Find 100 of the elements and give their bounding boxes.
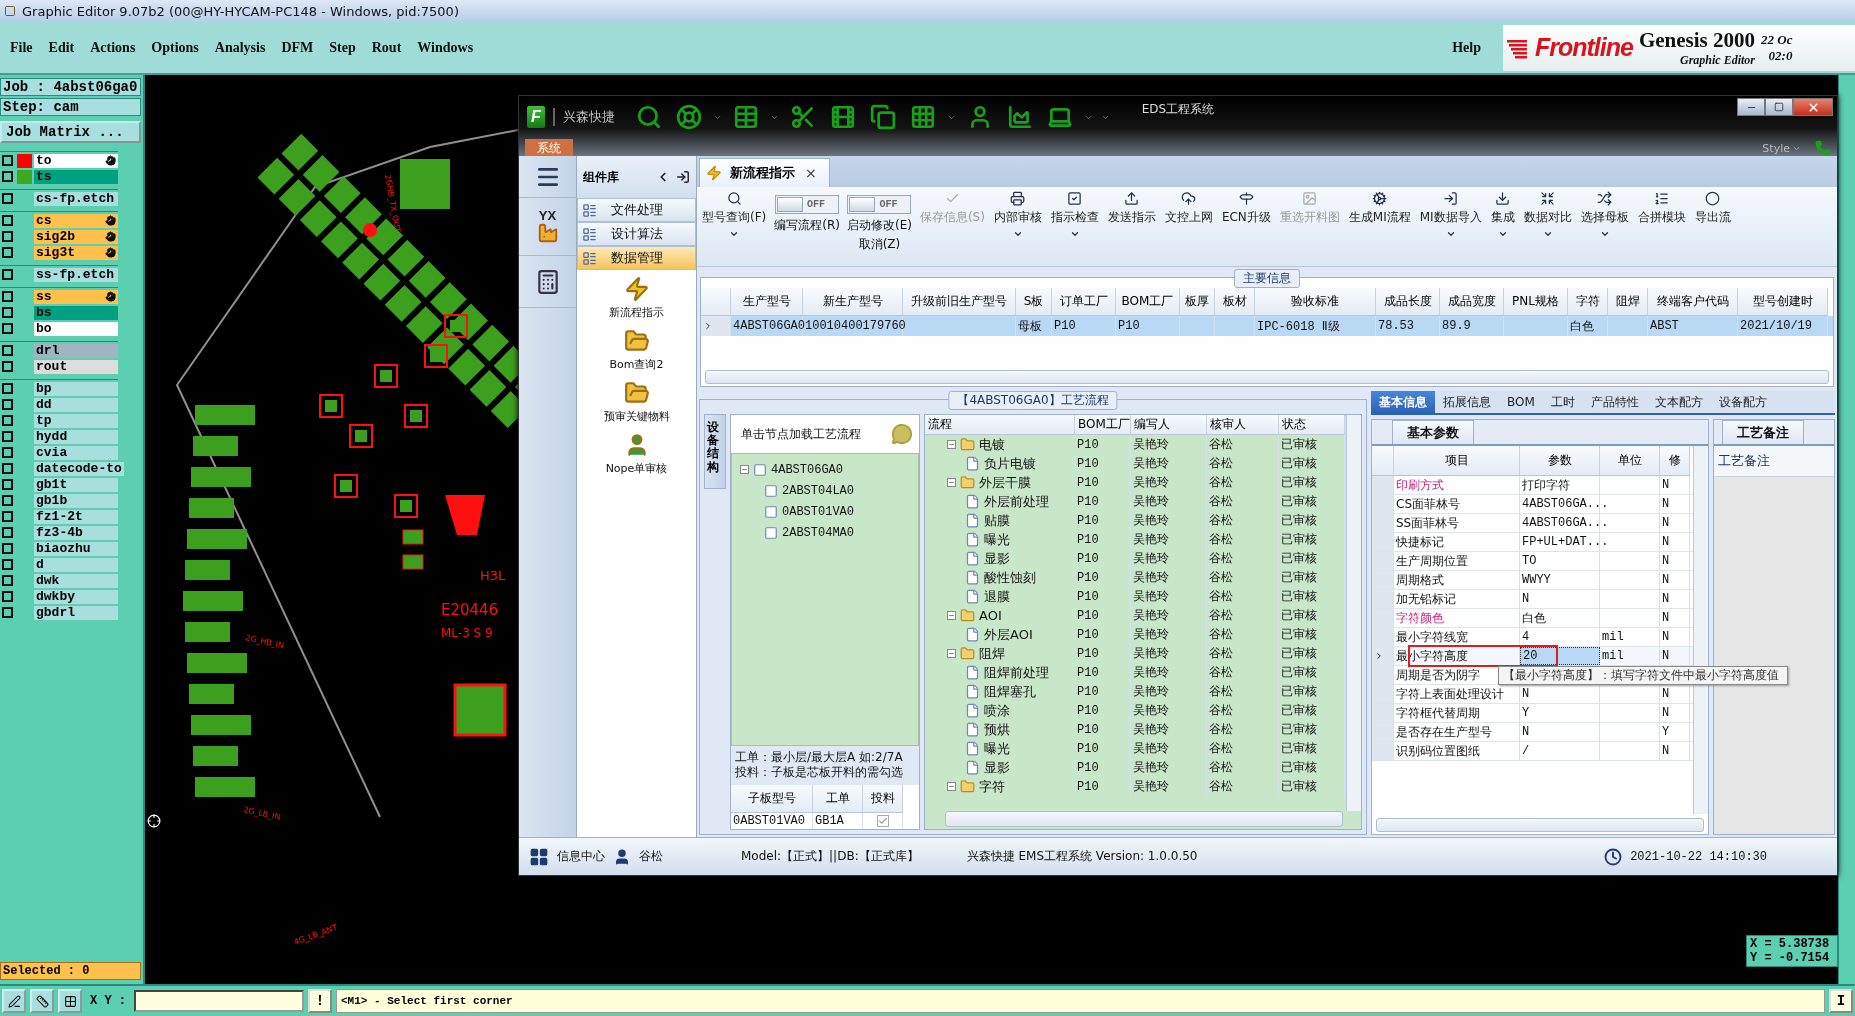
tool-button[interactable] <box>2 989 26 1013</box>
column-header[interactable]: 验收标准 <box>1255 288 1376 316</box>
tree-item[interactable]: 外层AOI <box>984 625 1033 644</box>
module-item[interactable]: 文件处理 <box>577 198 696 222</box>
detail-tab[interactable]: 工时 <box>1542 391 1583 413</box>
collapse-icon[interactable] <box>947 478 956 487</box>
layer-checkbox[interactable] <box>2 495 13 506</box>
layer-name[interactable]: fz3-4b <box>34 525 118 540</box>
toggle-switch[interactable]: OFF <box>847 195 912 214</box>
ribbon-button[interactable]: 集成 <box>1489 191 1516 262</box>
tree-item[interactable]: 字符 <box>979 777 1005 796</box>
module-item[interactable]: 数据管理 <box>577 246 696 270</box>
layer-checkbox[interactable] <box>2 511 13 522</box>
layer-checkbox[interactable] <box>2 247 13 258</box>
checkbox[interactable] <box>876 815 889 827</box>
toggle-switch[interactable]: OFF <box>775 195 840 214</box>
parameter-value[interactable]: 白色 <box>1522 609 1546 627</box>
column-header[interactable]: 新生产型号 <box>803 288 903 316</box>
layer-name[interactable]: to <box>34 153 118 168</box>
column-header[interactable]: 生产型号 <box>731 288 803 316</box>
info-center-link[interactable]: 信息中心 <box>557 848 605 865</box>
parameter-value[interactable]: N <box>1522 725 1530 739</box>
ribbon-button[interactable]: MI数据导入 <box>1418 191 1483 262</box>
tree-item[interactable]: 0ABST01VA0 <box>782 504 854 519</box>
column-header[interactable]: 终端客户代码 <box>1648 288 1738 316</box>
layer-name[interactable]: ss <box>34 289 118 304</box>
column-header[interactable]: 阻焊 <box>1608 288 1648 316</box>
ribbon-button[interactable]: 生成MI流程 <box>1347 191 1412 262</box>
vertical-scrollbar[interactable] <box>1346 415 1361 811</box>
detail-tab[interactable]: 拓展信息 <box>1435 391 1499 413</box>
layer-name[interactable]: dwkby <box>34 589 118 604</box>
horizontal-scrollbar[interactable] <box>1376 818 1704 832</box>
ribbon-button[interactable]: 型号查询(F) <box>701 191 768 262</box>
tree-item[interactable]: 2ABST04MA0 <box>782 525 854 540</box>
layer-name[interactable]: hydd <box>34 429 118 444</box>
maximize-button[interactable] <box>1765 98 1793 116</box>
menu-item[interactable]: Rout <box>363 39 410 56</box>
ribbon-button[interactable]: 内部审核 <box>992 191 1043 262</box>
column-header[interactable]: 编写人 <box>1131 415 1207 435</box>
layer-checkbox[interactable] <box>2 591 13 602</box>
column-header[interactable]: 项目 <box>1394 446 1520 476</box>
tool-button[interactable] <box>58 989 82 1013</box>
layer-name[interactable]: ss-fp.etch <box>34 267 118 282</box>
menu-item[interactable]: Step <box>321 39 364 56</box>
menu-item[interactable]: File <box>2 39 41 56</box>
tree-item[interactable]: 预烘 <box>984 720 1010 739</box>
tree-item[interactable]: 曝光 <box>984 739 1010 758</box>
style-menu[interactable]: Style <box>1756 141 1807 156</box>
parameter-value[interactable]: 20 <box>1523 649 1538 663</box>
layer-checkbox[interactable] <box>2 543 13 554</box>
layer-checkbox[interactable] <box>2 291 13 302</box>
tree-item[interactable]: 外层干膜 <box>979 473 1031 492</box>
detail-tab[interactable]: 文本配方 <box>1646 391 1711 413</box>
parameter-value[interactable]: Y <box>1522 706 1530 720</box>
layer-name[interactable]: tp <box>34 413 118 428</box>
horizontal-scrollbar[interactable] <box>705 370 1829 384</box>
parameters-tab[interactable]: 基本参数 <box>1392 420 1474 444</box>
menu-item[interactable]: Edit <box>40 39 83 56</box>
layer-checkbox[interactable] <box>2 415 13 426</box>
layer-checkbox[interactable] <box>2 479 13 490</box>
tree-item[interactable]: 电镀 <box>979 435 1005 454</box>
collapse-icon[interactable] <box>947 611 956 620</box>
vertical-tab[interactable]: 设备结构 <box>704 414 726 489</box>
tree-item[interactable]: 4ABST06GA0 <box>771 462 843 477</box>
layer-name[interactable]: bs <box>34 305 118 320</box>
tree-item[interactable]: 喷涂 <box>984 701 1010 720</box>
help-menu[interactable]: Help <box>1444 39 1489 56</box>
tree-item[interactable]: 阻焊塞孔 <box>984 682 1036 701</box>
column-header[interactable]: BOM工厂 <box>1116 288 1180 316</box>
collapse-icon[interactable] <box>740 465 749 474</box>
column-header[interactable]: 子板型号 <box>731 785 813 813</box>
module-item[interactable]: 设计算法 <box>577 222 696 246</box>
ribbon-button[interactable]: 导出流 <box>1693 191 1732 262</box>
tree-item[interactable]: 阻焊前处理 <box>984 663 1049 682</box>
ribbon-button[interactable]: 合拼模块 <box>1636 191 1687 262</box>
layer-name[interactable]: gbdrl <box>34 605 118 620</box>
column-header[interactable]: 升级前旧生产型号 <box>903 288 1016 316</box>
column-header[interactable]: 工单 <box>813 785 863 813</box>
layer-checkbox[interactable] <box>2 193 13 204</box>
parameter-value[interactable]: 4ABST06GA... <box>1522 516 1609 530</box>
layer-checkbox[interactable] <box>2 307 13 318</box>
tree-item[interactable]: 酸性蚀刻 <box>984 568 1036 587</box>
column-header[interactable]: 订单工厂 <box>1052 288 1116 316</box>
layer-checkbox[interactable] <box>2 345 13 356</box>
layer-name[interactable]: rout <box>34 359 118 374</box>
layer-name[interactable]: datecode-to <box>34 461 124 476</box>
tool-button[interactable] <box>30 989 54 1013</box>
dock-button[interactable] <box>676 170 690 184</box>
ribbon-button[interactable]: 发送指示 <box>1106 191 1157 262</box>
layer-checkbox[interactable] <box>2 399 13 410</box>
menu-item[interactable]: Analysis <box>206 39 274 56</box>
table-row[interactable]: 4ABST06GA010010400179760 母板 P10 P10 IPC-6018 Ⅱ级 78.53 89.9 白色 ABST 2021/10/19 <box>701 316 1833 336</box>
parameter-value[interactable]: 打印字符 <box>1522 476 1570 494</box>
collapse-icon[interactable] <box>947 782 956 791</box>
layer-name[interactable]: gb1b <box>34 493 118 508</box>
layer-name[interactable]: d <box>34 557 118 572</box>
ribbon-button[interactable]: 文控上网 <box>1163 191 1214 262</box>
remarks-tab[interactable]: 工艺备注 <box>1722 420 1804 444</box>
layer-checkbox[interactable] <box>2 383 13 394</box>
document-tab[interactable]: 新流程指示 × <box>699 158 830 187</box>
